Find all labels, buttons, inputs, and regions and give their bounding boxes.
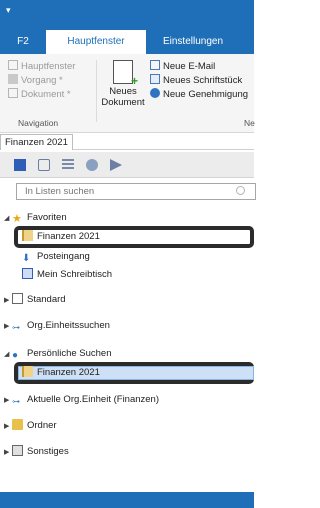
tree-node-schreibtisch[interactable]: Mein Schreibtisch bbox=[22, 267, 112, 283]
org-unit-icon: ⊶ bbox=[12, 323, 20, 332]
new-document-button[interactable]: + Neues Dokument bbox=[100, 60, 146, 108]
folder-icon bbox=[12, 419, 23, 430]
tab-f2[interactable]: F2 bbox=[0, 30, 46, 54]
tree-node-posteingang[interactable]: ⬇ Posteingang bbox=[22, 249, 90, 265]
forward-icon[interactable] bbox=[110, 159, 122, 171]
new-approval-button[interactable]: Neue Genehmigung bbox=[150, 88, 248, 102]
nav-dokument[interactable]: Dokument * bbox=[8, 88, 71, 102]
tree-node-standard[interactable]: ▶ Standard bbox=[4, 292, 66, 308]
collapse-arrow-icon[interactable]: ◢ bbox=[4, 211, 12, 227]
email-icon bbox=[150, 60, 160, 70]
nav-hauptfenster[interactable]: Hauptfenster bbox=[8, 60, 75, 74]
file-binder-icon bbox=[22, 230, 33, 241]
new-document-icon: + bbox=[113, 60, 138, 87]
collapse-arrow-icon[interactable]: ◢ bbox=[4, 347, 12, 363]
list-icon[interactable] bbox=[62, 159, 74, 171]
tab-einstellungen[interactable]: Einstellungen bbox=[146, 30, 240, 54]
person-icon: ● bbox=[12, 350, 19, 361]
expand-arrow-icon[interactable]: ▶ bbox=[4, 419, 12, 435]
new-document-label: Neues Dokument bbox=[101, 86, 145, 108]
star-icon: ★ bbox=[12, 213, 22, 225]
tree-node-org-einheitssuchen[interactable]: ▶ ⊶ Org.Einheitssuchen bbox=[4, 318, 110, 334]
expand-arrow-icon[interactable]: ▶ bbox=[4, 319, 12, 335]
inbox-icon: ⬇ bbox=[22, 253, 31, 264]
ribbon: Hauptfenster Vorgang * Dokument * Naviga… bbox=[0, 54, 255, 133]
desk-icon bbox=[22, 268, 33, 279]
document-icon bbox=[8, 88, 18, 98]
tree-node-finanzen-2021-favorite[interactable]: Finanzen 2021 bbox=[22, 229, 100, 245]
home-icon bbox=[8, 60, 18, 70]
list-toolbar bbox=[0, 152, 254, 178]
expand-arrow-icon[interactable]: ▶ bbox=[4, 393, 12, 409]
tree-node-ordner[interactable]: ▶ Ordner bbox=[4, 418, 57, 434]
tree-node-sonstiges[interactable]: ▶ Sonstiges bbox=[4, 444, 69, 460]
writing-icon bbox=[150, 74, 160, 84]
tree-node-finanzen-2021-personal[interactable]: Finanzen 2021 bbox=[22, 365, 100, 381]
process-icon bbox=[8, 74, 18, 84]
view-icon[interactable] bbox=[14, 159, 26, 171]
tree-node-favoriten[interactable]: ◢ ★ Favoriten bbox=[4, 210, 67, 226]
ribbon-tab-bar: F2 Hauptfenster Einstellungen bbox=[0, 30, 254, 54]
tree-node-persoenliche-suchen[interactable]: ◢ ● Persönliche Suchen bbox=[4, 346, 112, 362]
file-binder-icon bbox=[22, 366, 33, 377]
group-label-navigation: Navigation bbox=[18, 118, 59, 128]
title-bar: ▾ bbox=[0, 0, 254, 30]
status-bar bbox=[0, 492, 254, 508]
document-tab-strip: Finanzen 2021 bbox=[0, 134, 254, 150]
tab-hauptfenster[interactable]: Hauptfenster bbox=[46, 30, 146, 54]
approval-check-icon bbox=[150, 88, 160, 98]
expand-arrow-icon[interactable]: ▶ bbox=[4, 293, 12, 309]
expand-arrow-icon[interactable]: ▶ bbox=[4, 445, 12, 461]
quick-access-menu-icon[interactable]: ▾ bbox=[6, 6, 11, 15]
document-tab[interactable]: Finanzen 2021 bbox=[0, 134, 73, 150]
misc-icon bbox=[12, 445, 23, 456]
filter-icon[interactable] bbox=[38, 159, 50, 171]
tree-node-aktuelle-org-einheit[interactable]: ▶ ⊶ Aktuelle Org.Einheit (Finanzen) bbox=[4, 392, 159, 408]
ribbon-divider bbox=[96, 60, 97, 122]
search-input[interactable] bbox=[17, 184, 227, 199]
search-icon[interactable] bbox=[236, 186, 245, 195]
users-icon[interactable] bbox=[86, 159, 98, 171]
org-unit-icon: ⊶ bbox=[12, 397, 20, 406]
new-email-button[interactable]: Neue E-Mail bbox=[150, 60, 215, 74]
nav-vorgang[interactable]: Vorgang * bbox=[8, 74, 63, 88]
new-writing-button[interactable]: Neues Schriftstück bbox=[150, 74, 242, 88]
standard-list-icon bbox=[12, 293, 23, 304]
list-search-box[interactable] bbox=[16, 183, 256, 200]
group-label-new: Ne bbox=[244, 118, 255, 128]
